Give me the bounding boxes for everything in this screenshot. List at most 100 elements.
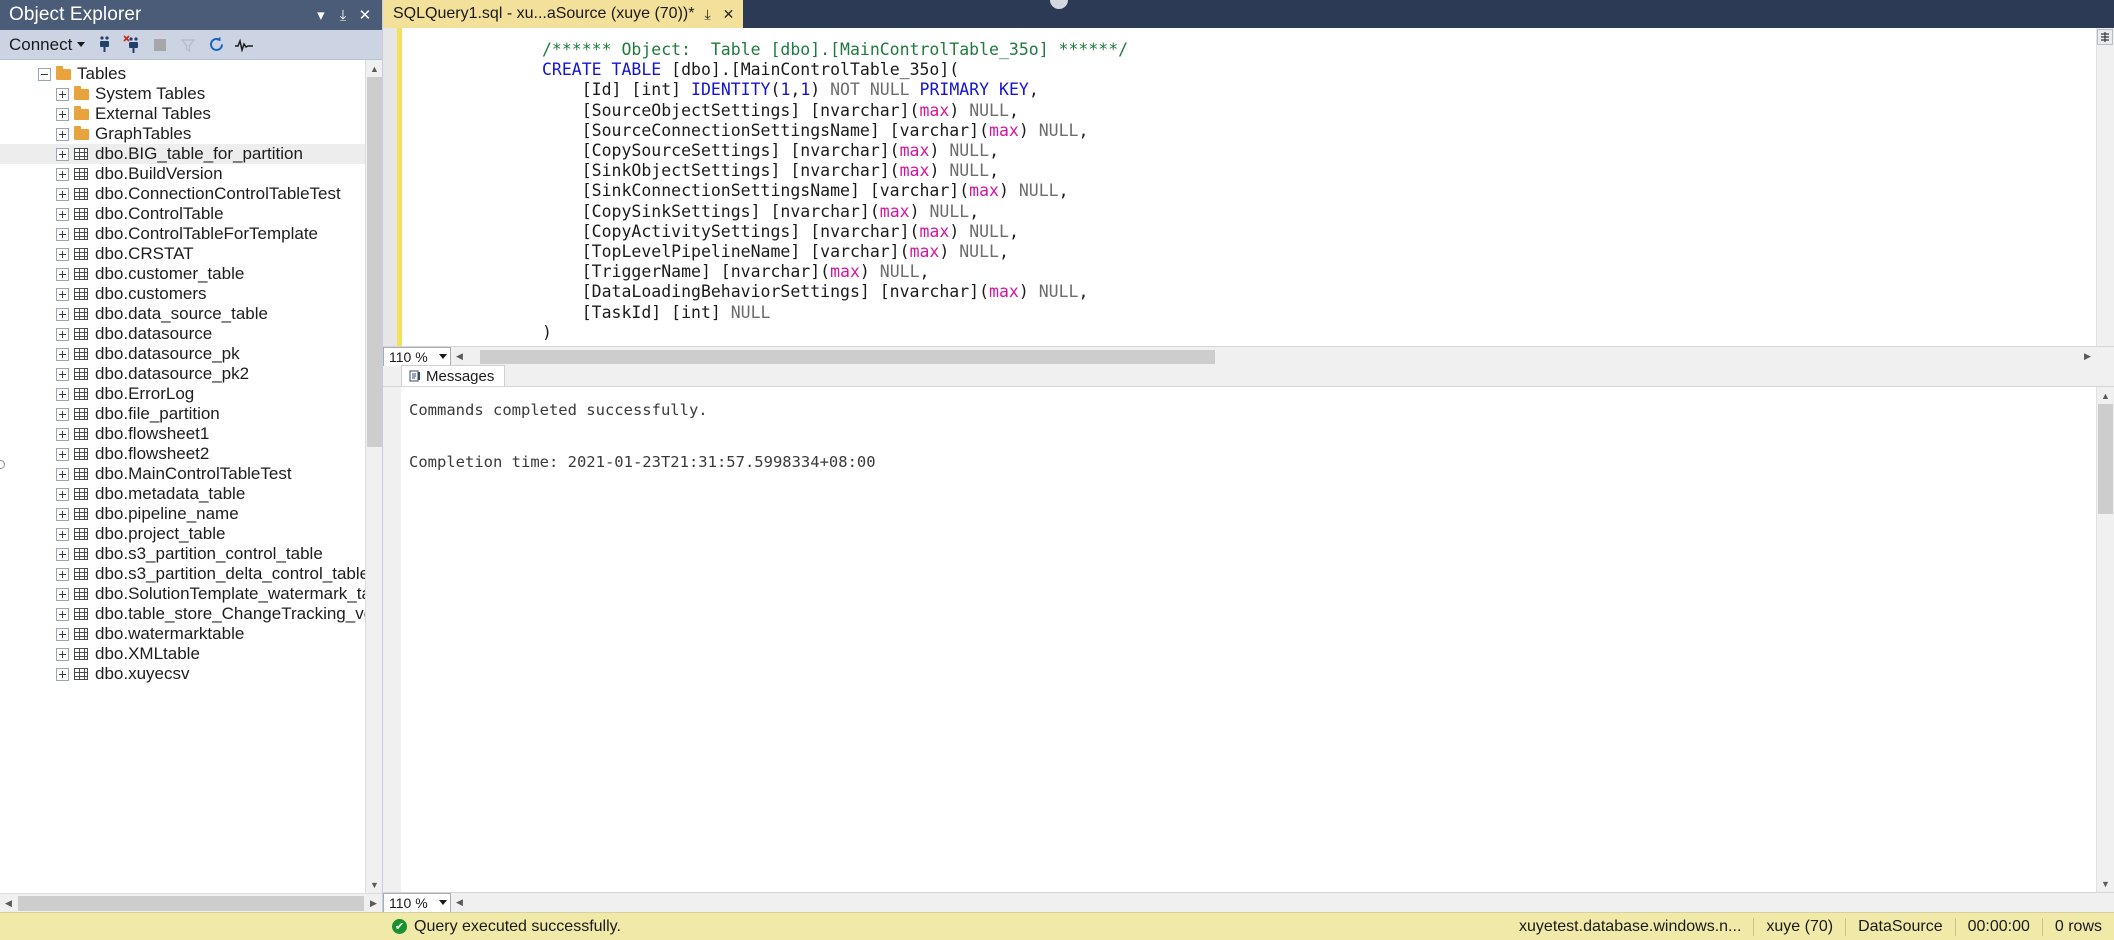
tree-item-dbo-datasource-pk[interactable]: dbo.datasource_pk	[0, 344, 365, 364]
tree-item-dbo-data-source-table[interactable]: dbo.data_source_table	[0, 304, 365, 324]
scroll-right-icon[interactable]: ▶	[365, 898, 382, 909]
messages-text[interactable]: Commands completed successfully. Complet…	[383, 387, 2114, 892]
tab-sqlquery1[interactable]: SQLQuery1.sql - xu...aSource (xuye (70))…	[383, 0, 743, 28]
chevron-down-icon[interactable]: ▾	[310, 4, 332, 26]
expand-toggle-icon[interactable]	[56, 528, 69, 541]
tree-vertical-scrollbar[interactable]: ▲ ▼	[365, 60, 382, 893]
close-icon[interactable]: ✕	[721, 6, 737, 23]
tree-item-dbo-datasource-pk2[interactable]: dbo.datasource_pk2	[0, 364, 365, 384]
expand-toggle-icon[interactable]	[56, 468, 69, 481]
tree-item-dbo-maincontroltabletest[interactable]: dbo.MainControlTableTest	[0, 464, 365, 484]
tree-item-dbo-project-table[interactable]: dbo.project_table	[0, 524, 365, 544]
tree-item-dbo-flowsheet1[interactable]: dbo.flowsheet1	[0, 424, 365, 444]
collapse-toggle-icon[interactable]	[38, 68, 51, 81]
tree-horizontal-scrollbar[interactable]: ◀ ▶	[0, 893, 382, 912]
pin-icon[interactable]: ⤓	[332, 4, 354, 26]
tree-item-tables[interactable]: Tables	[0, 64, 365, 84]
expand-toggle-icon[interactable]	[56, 448, 69, 461]
expand-toggle-icon[interactable]	[56, 208, 69, 221]
expand-toggle-icon[interactable]	[56, 488, 69, 501]
close-icon[interactable]: ✕	[354, 4, 376, 26]
tree-item-dbo-s3-partition-delta-control-table[interactable]: dbo.s3_partition_delta_control_table	[0, 564, 365, 584]
expand-toggle-icon[interactable]	[56, 188, 69, 201]
expand-toggle-icon[interactable]	[56, 548, 69, 561]
editor-vertical-scrollbar[interactable]	[2096, 28, 2114, 346]
tree-item-dbo-pipeline-name[interactable]: dbo.pipeline_name	[0, 504, 365, 524]
code-zoom-select[interactable]: 110 %	[383, 347, 451, 367]
expand-toggle-icon[interactable]	[56, 228, 69, 241]
tree-item-dbo-big-table-for-partition[interactable]: dbo.BIG_table_for_partition	[0, 144, 365, 164]
sql-code-text[interactable]: /****** Object: Table [dbo].[MainControl…	[402, 28, 2114, 346]
tree-item-external-tables[interactable]: External Tables	[0, 104, 365, 124]
expand-toggle-icon[interactable]	[56, 388, 69, 401]
messages-scroll-left-icon[interactable]: ◀	[451, 897, 468, 908]
tree-item-system-tables[interactable]: System Tables	[0, 84, 365, 104]
tree-item-dbo-buildversion[interactable]: dbo.BuildVersion	[0, 164, 365, 184]
tree-item-dbo-connectioncontroltabletest[interactable]: dbo.ConnectionControlTableTest	[0, 184, 365, 204]
expand-toggle-icon[interactable]	[56, 588, 69, 601]
tree-item-dbo-s3-partition-control-table[interactable]: dbo.s3_partition_control_table	[0, 544, 365, 564]
activity-monitor-icon[interactable]	[231, 33, 257, 57]
tree-item-dbo-flowsheet2[interactable]: dbo.flowsheet2	[0, 444, 365, 464]
code-hscroll-track[interactable]	[468, 348, 2079, 366]
tree-item-dbo-xmltable[interactable]: dbo.XMLtable	[0, 644, 365, 664]
tree-item-graphtables[interactable]: GraphTables	[0, 124, 365, 144]
tree-item-dbo-errorlog[interactable]: dbo.ErrorLog	[0, 384, 365, 404]
expand-toggle-icon[interactable]	[56, 368, 69, 381]
messages-zoom-select[interactable]: 110 %	[383, 893, 451, 913]
connect-button[interactable]: Connect	[6, 35, 89, 55]
scroll-down-icon[interactable]: ▼	[366, 876, 382, 893]
connect-object-explorer-icon[interactable]	[91, 33, 117, 57]
scroll-up-icon[interactable]: ▲	[366, 60, 382, 77]
expand-toggle-icon[interactable]	[56, 608, 69, 621]
expand-toggle-icon[interactable]	[56, 88, 69, 101]
expand-toggle-icon[interactable]	[56, 408, 69, 421]
refresh-icon[interactable]	[203, 33, 229, 57]
tab-messages[interactable]: Messages	[401, 365, 505, 386]
tree-hscroll-thumb[interactable]	[18, 896, 364, 911]
tree-item-dbo-datasource[interactable]: dbo.datasource	[0, 324, 365, 344]
tree-item-dbo-controltablefortemplate[interactable]: dbo.ControlTableForTemplate	[0, 224, 365, 244]
messages-hscroll-track[interactable]	[468, 894, 2114, 912]
expand-toggle-icon[interactable]	[56, 568, 69, 581]
tree-item-dbo-customer-table[interactable]: dbo.customer_table	[0, 264, 365, 284]
expand-toggle-icon[interactable]	[56, 148, 69, 161]
messages-scroll-down-icon[interactable]: ▼	[2097, 875, 2114, 892]
expand-toggle-icon[interactable]	[56, 328, 69, 341]
tree-item-dbo-file-partition[interactable]: dbo.file_partition	[0, 404, 365, 424]
expand-toggle-icon[interactable]	[56, 248, 69, 261]
tree-item-dbo-metadata-table[interactable]: dbo.metadata_table	[0, 484, 365, 504]
expand-toggle-icon[interactable]	[56, 428, 69, 441]
scroll-map-mode-icon[interactable]	[2097, 29, 2113, 45]
tree-item-dbo-watermarktable[interactable]: dbo.watermarktable	[0, 624, 365, 644]
expand-toggle-icon[interactable]	[56, 668, 69, 681]
disconnect-object-explorer-icon[interactable]	[119, 33, 145, 57]
object-explorer-tree[interactable]: TablesSystem TablesExternal TablesGraphT…	[0, 60, 365, 893]
code-scroll-right-icon[interactable]: ▶	[2079, 351, 2096, 362]
tree-scroll-thumb[interactable]	[367, 77, 382, 447]
expand-toggle-icon[interactable]	[56, 348, 69, 361]
code-hscroll-thumb[interactable]	[480, 350, 1215, 364]
tree-item-dbo-customers[interactable]: dbo.customers	[0, 284, 365, 304]
tree-item-dbo-controltable[interactable]: dbo.ControlTable	[0, 204, 365, 224]
expand-toggle-icon[interactable]	[56, 308, 69, 321]
scroll-left-icon[interactable]: ◀	[0, 898, 17, 909]
tree-item-dbo-solutiontemplate-watermark-table[interactable]: dbo.SolutionTemplate_watermark_table	[0, 584, 365, 604]
expand-toggle-icon[interactable]	[56, 128, 69, 141]
code-scroll-left-icon[interactable]: ◀	[451, 351, 468, 362]
filter-icon[interactable]	[175, 33, 201, 57]
expand-toggle-icon[interactable]	[56, 508, 69, 521]
messages-scroll-up-icon[interactable]: ▲	[2097, 387, 2114, 404]
expand-toggle-icon[interactable]	[56, 648, 69, 661]
tree-item-dbo-table-store-changetracking-version[interactable]: dbo.table_store_ChangeTracking_version	[0, 604, 365, 624]
messages-vertical-scrollbar[interactable]: ▲ ▼	[2096, 387, 2114, 892]
tree-item-dbo-crstat[interactable]: dbo.CRSTAT	[0, 244, 365, 264]
expand-toggle-icon[interactable]	[56, 168, 69, 181]
stop-icon[interactable]	[147, 33, 173, 57]
messages-scroll-thumb[interactable]	[2098, 404, 2113, 514]
tree-item-dbo-xuyecsv[interactable]: dbo.xuyecsv	[0, 664, 365, 684]
expand-toggle-icon[interactable]	[56, 628, 69, 641]
expand-toggle-icon[interactable]	[56, 288, 69, 301]
expand-toggle-icon[interactable]	[56, 268, 69, 281]
expand-toggle-icon[interactable]	[56, 108, 69, 121]
